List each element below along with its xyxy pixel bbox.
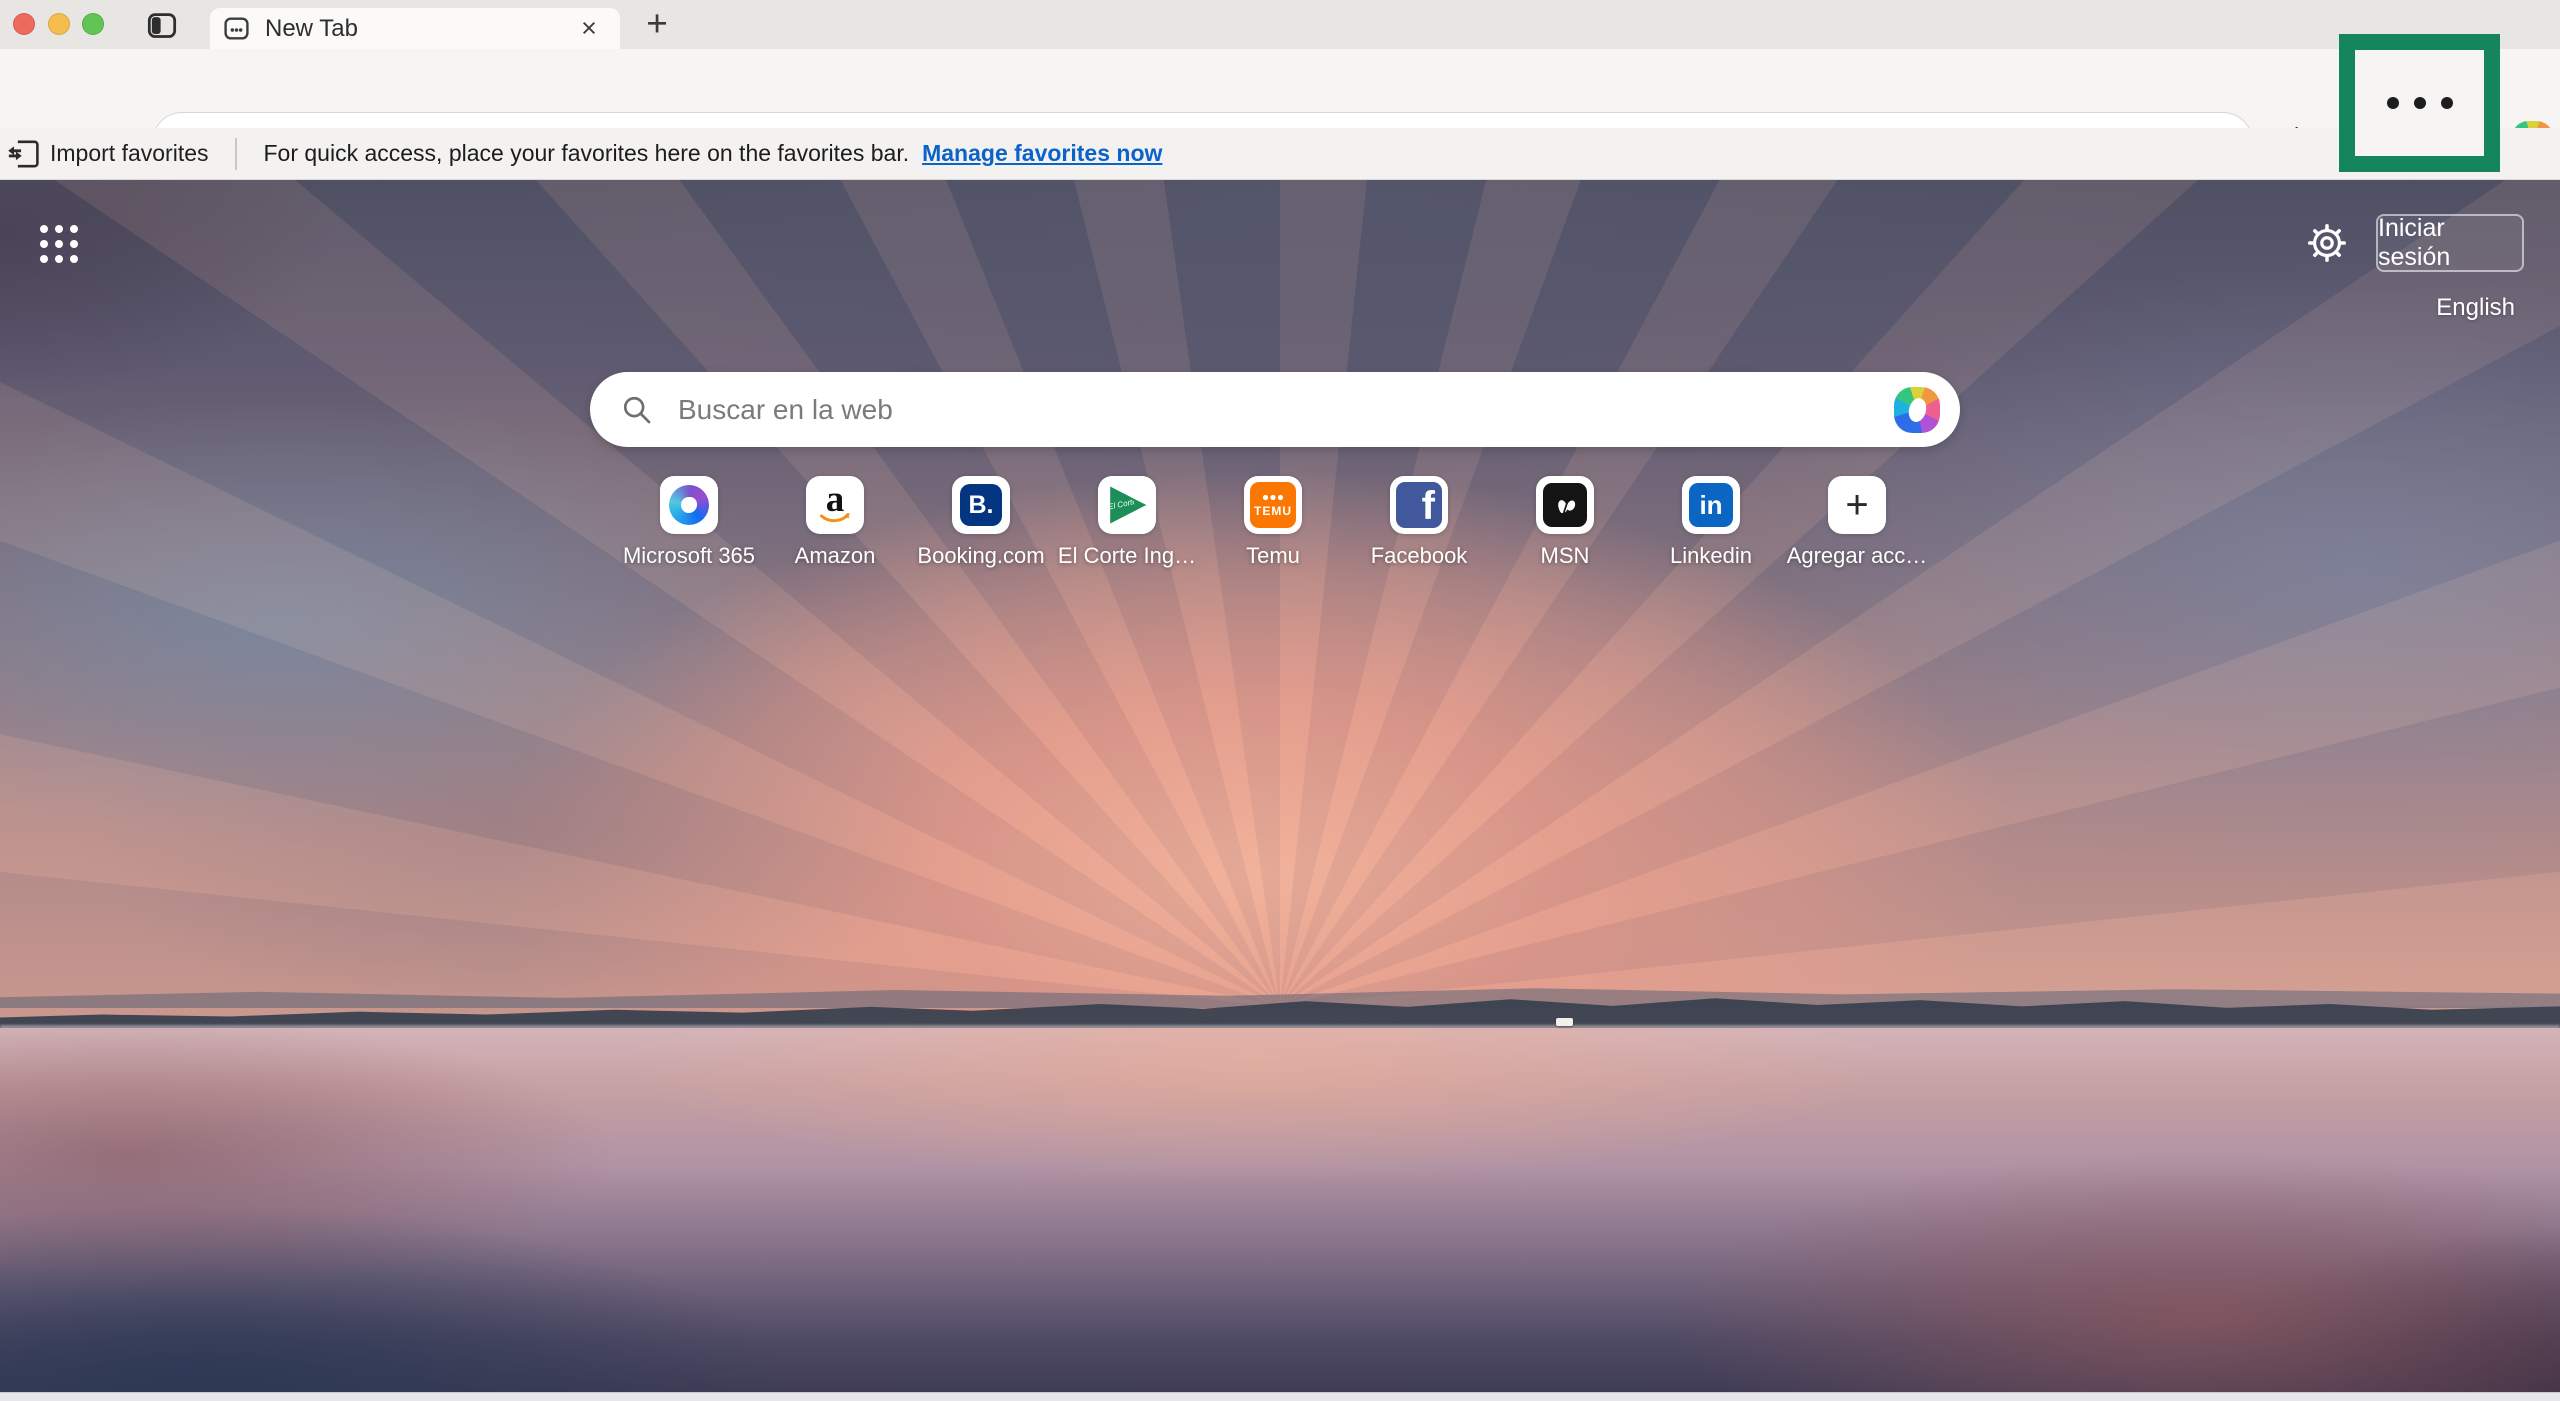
plus-icon: + [1845,485,1868,525]
amazon-icon: a [819,485,851,526]
tile-square[interactable]: TEMU [1244,476,1302,534]
tile-msn[interactable]: MSN [1492,476,1638,569]
tile-label: Facebook [1371,543,1468,569]
tile-label: Booking.com [917,543,1044,569]
import-favorites-icon[interactable] [5,136,41,172]
wallpaper-distant-building [1556,1018,1573,1026]
tile-label: Agregar acc… [1787,543,1928,569]
tile-facebook[interactable]: f Facebook [1346,476,1492,569]
manage-favorites-link[interactable]: Manage favorites now [922,140,1162,167]
import-favorites-label[interactable]: Import favorites [50,140,209,167]
facebook-icon: f [1396,482,1442,528]
tile-temu[interactable]: TEMU Temu [1200,476,1346,569]
copilot-search-button[interactable] [1894,387,1940,433]
quick-links-row: Microsoft 365 a Amazon B. Booking.com El Cort… [616,476,1930,569]
sign-in-button[interactable]: Iniciar sesión [2376,214,2524,272]
tile-square[interactable]: in [1682,476,1740,534]
microsoft-365-icon [669,485,709,525]
tile-amazon[interactable]: a Amazon [762,476,908,569]
traffic-light-zoom-icon[interactable] [82,13,104,35]
tile-linkedin[interactable]: in Linkedin [1638,476,1784,569]
tile-label: El Corte Ing… [1058,543,1196,569]
web-search-box[interactable] [590,372,1960,447]
app-launcher-button[interactable] [40,225,78,263]
more-ellipsis-icon [2387,97,2453,109]
new-tab-button[interactable]: + [638,6,676,44]
highlighted-settings-more-button[interactable] [2339,34,2500,172]
tile-m365[interactable]: Microsoft 365 [616,476,762,569]
tile-eci[interactable]: El Corte Inglés El Corte Ing… [1054,476,1200,569]
search-icon [620,393,654,427]
favorites-bar-divider [235,138,237,170]
traffic-light-close-icon[interactable] [13,13,35,35]
wallpaper-cloud-rays [0,180,2560,1080]
tile-square[interactable]: B. [952,476,1010,534]
tab-new-tab[interactable]: New Tab × [210,8,620,49]
msn-icon [1543,483,1587,527]
tile-label: Temu [1246,543,1300,569]
copilot-icon [1894,387,1940,433]
tab-overview-button[interactable] [146,10,178,40]
wallpaper-water [0,1028,2560,1392]
tile-square[interactable]: f [1390,476,1448,534]
language-selector[interactable]: English [2436,294,2515,322]
browser-window: New Tab × + [0,0,2560,1401]
tile-square[interactable] [660,476,718,534]
bottom-edge-strip [0,1392,2560,1401]
booking-icon: B. [960,484,1002,526]
tile-square[interactable]: El Corte Inglés [1098,476,1156,534]
linkedin-icon: in [1689,483,1733,527]
navigation-toolbar [0,49,2560,128]
tile-square[interactable] [1536,476,1594,534]
tab-bar: New Tab × + [0,0,2560,49]
web-search-input[interactable] [678,394,1894,426]
tab-close-icon[interactable]: × [574,13,604,43]
tile-add[interactable]: + Agregar acc… [1784,476,1930,569]
favorites-bar-message: For quick access, place your favorites h… [264,140,910,167]
tile-label: Linkedin [1670,543,1752,569]
tile-booking[interactable]: B. Booking.com [908,476,1054,569]
tile-square[interactable]: + [1828,476,1886,534]
side-panel-icon [147,11,177,39]
temu-icon: TEMU [1250,482,1296,528]
traffic-light-minimize-icon[interactable] [48,13,70,35]
tile-label: MSN [1541,543,1590,569]
el-corte-ingles-icon: El Corte Inglés [1106,484,1148,526]
tile-label: Amazon [795,543,876,569]
gear-icon [2306,222,2348,264]
new-tab-page: Iniciar sesión English Microsoft 365 a Ama… [0,180,2560,1392]
tile-label: Microsoft 365 [623,543,755,569]
page-settings-button[interactable] [2306,222,2348,264]
new-tab-favicon-icon [223,15,250,42]
favorites-bar: Import favorites For quick access, place… [0,128,2560,180]
tile-square[interactable]: a [806,476,864,534]
tab-title: New Tab [265,15,358,43]
